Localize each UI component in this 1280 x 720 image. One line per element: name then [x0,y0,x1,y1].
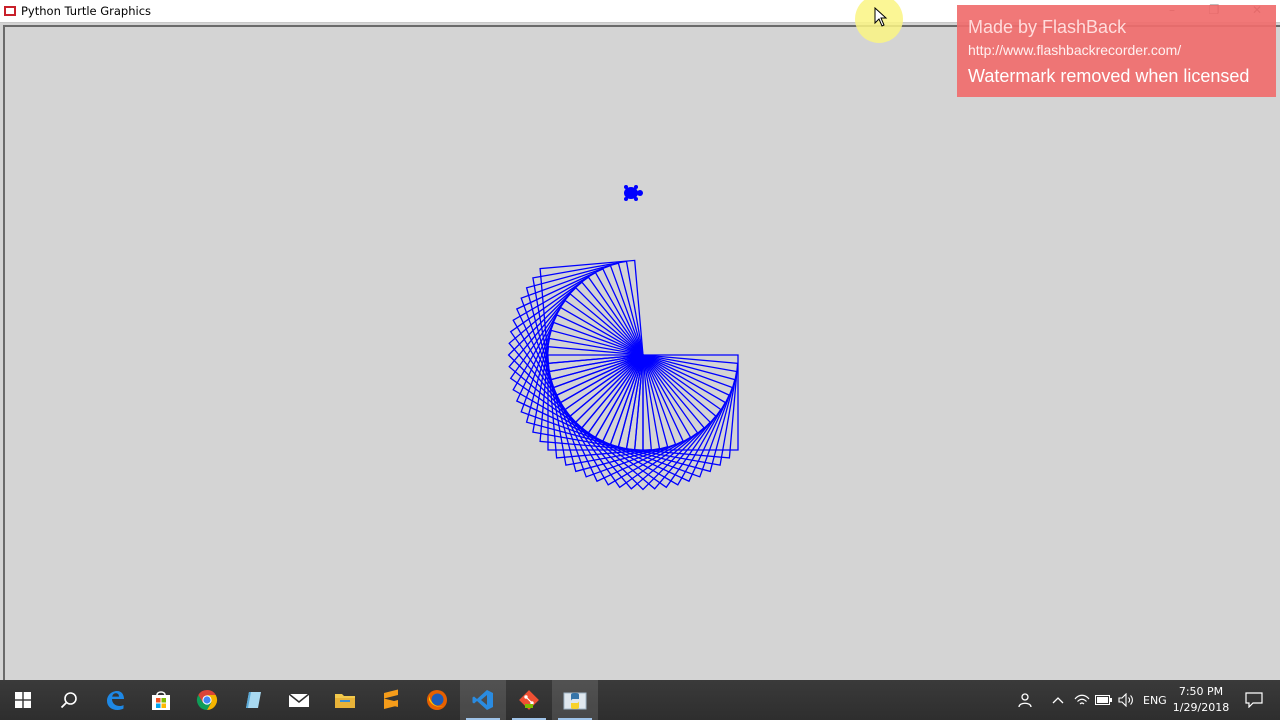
turtle-icon [624,185,643,201]
input-language[interactable]: ENG [1143,694,1167,707]
store-icon [152,691,170,710]
mail-icon [288,693,310,707]
taskbar-file-explorer[interactable] [322,680,368,720]
visual-studio-icon [472,690,493,710]
taskbar-git[interactable] [506,680,552,720]
notepad-icon [246,692,261,708]
people-button[interactable] [1002,680,1046,720]
taskbar-mail[interactable] [276,680,322,720]
chevron-up-icon [1052,697,1064,704]
taskbar-notepad[interactable] [230,680,276,720]
people-icon [1018,693,1032,708]
recorder-watermark: Made by FlashBack http://www.flashbackre… [957,5,1276,97]
sublime-text-icon [384,689,398,709]
windows-start-icon [15,692,31,708]
search-button[interactable] [46,680,92,720]
square-spiral [507,259,739,491]
taskbar-sublime-text[interactable] [368,680,414,720]
python-turtle-app-icon [4,6,16,16]
firefox-icon [427,690,447,710]
taskbar-edge[interactable] [92,680,138,720]
turtle-canvas [0,23,1280,680]
action-center-button[interactable] [1234,680,1274,720]
battery-button[interactable] [1092,680,1116,720]
edge-icon [107,691,124,710]
watermark-title: Made by FlashBack [968,17,1127,37]
clock-date: 1/29/2018 [1172,701,1230,714]
taskbar-firefox[interactable] [414,680,460,720]
show-hidden-icons-button[interactable] [1046,680,1070,720]
taskbar-store[interactable] [138,680,184,720]
wifi-icon [1074,694,1090,705]
search-icon [60,692,77,709]
speaker-icon [1118,693,1133,707]
file-explorer-icon [335,694,355,708]
start-button[interactable] [0,680,46,720]
git-icon [519,690,539,710]
taskbar-chrome[interactable] [184,680,230,720]
turtle-drawing [507,185,739,491]
watermark-notice: Watermark removed when licensed [968,66,1250,86]
taskbar-python-idle[interactable] [552,680,598,720]
python-idle-icon [563,692,587,710]
chrome-icon [196,689,218,711]
notification-icon [1245,692,1263,708]
watermark-url: http://www.flashbackrecorder.com/ [968,42,1182,58]
network-button[interactable] [1070,680,1094,720]
taskbar-visual-studio[interactable] [460,680,506,720]
volume-button[interactable] [1114,680,1138,720]
taskbar-clock[interactable]: 7:50 PM 1/29/2018 [1168,684,1234,716]
windows-taskbar: ENG 7:50 PM 1/29/2018 [0,680,1280,720]
mouse-pointer-icon [874,7,888,27]
clock-time: 7:50 PM [1178,685,1224,698]
battery-icon [1095,695,1112,705]
window-title: Python Turtle Graphics [21,4,152,18]
